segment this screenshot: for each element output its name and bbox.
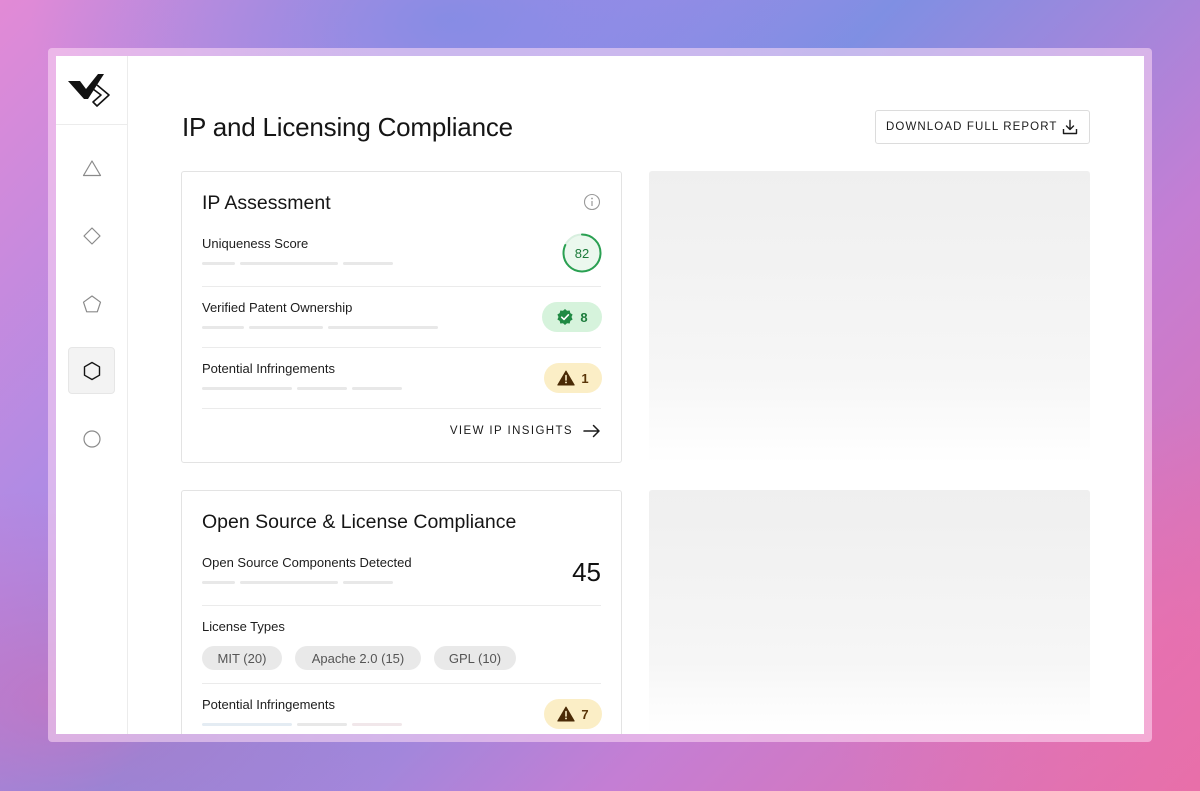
infringements-badge: 1 [544, 363, 602, 393]
divider [202, 286, 601, 287]
infringements-skeleton [202, 387, 402, 390]
components-skeleton [202, 581, 393, 584]
warning-icon [557, 370, 576, 386]
sidebar-item-hexagon[interactable] [68, 347, 115, 394]
warning-icon [557, 706, 576, 722]
uniqueness-score-gauge: 82 [562, 233, 602, 273]
sidebar [56, 56, 128, 734]
circle-icon [82, 429, 101, 448]
infringements-label: Potential Infringements [202, 361, 335, 376]
uniqueness-score-value: 82 [574, 245, 590, 261]
info-icon[interactable] [583, 193, 601, 211]
download-icon [1062, 119, 1078, 135]
main-content: IP and Licensing Compliance DOWNLOAD FUL… [127, 56, 1144, 734]
uniqueness-score-label: Uniqueness Score [202, 236, 309, 251]
patent-skeleton [202, 326, 438, 329]
patent-ownership-value: 8 [580, 309, 588, 325]
license-chip: GPL (10) [434, 646, 516, 670]
license-chip: Apache 2.0 (15) [295, 646, 421, 670]
sidebar-item-diamond[interactable] [68, 212, 115, 259]
ip-assessment-title: IP Assessment [202, 192, 331, 214]
view-ip-insights-link[interactable]: VIEW IP INSIGHTS [450, 424, 601, 438]
diamond-icon [82, 226, 101, 245]
oss-infringements-badge: 7 [544, 699, 602, 729]
divider [202, 408, 601, 409]
oss-infringements-value: 7 [581, 706, 589, 722]
license-types-label: License Types [202, 619, 285, 634]
uniqueness-skeleton [202, 262, 393, 265]
download-report-label: DOWNLOAD FULL REPORT [886, 121, 1058, 133]
ip-assessment-card: IP Assessment Uniqueness Score 82 Verifi… [181, 171, 622, 463]
hexagon-icon [83, 361, 100, 380]
sidebar-item-circle[interactable] [68, 415, 115, 462]
open-source-card: Open Source & License Compliance Open So… [181, 490, 622, 734]
pentagon-icon [82, 294, 101, 312]
logo[interactable] [56, 56, 127, 125]
placeholder-panel [649, 490, 1090, 734]
oss-infringements-skeleton [202, 723, 402, 726]
patent-ownership-badge: 8 [542, 302, 602, 332]
oss-infringements-label: Potential Infringements [202, 697, 335, 712]
arrow-right-icon [583, 424, 600, 438]
open-source-title: Open Source & License Compliance [202, 511, 517, 533]
patent-ownership-label: Verified Patent Ownership [202, 300, 353, 315]
logo-icon [68, 74, 110, 107]
app-window: IP and Licensing Compliance DOWNLOAD FUL… [56, 56, 1144, 734]
divider [202, 347, 601, 348]
triangle-icon [82, 159, 101, 176]
sidebar-item-pentagon[interactable] [68, 280, 115, 327]
view-ip-insights-label: VIEW IP INSIGHTS [449, 425, 573, 437]
license-chip: MIT (20) [202, 646, 282, 670]
verified-badge-icon [557, 309, 573, 325]
infringements-value: 1 [581, 370, 589, 386]
download-report-button[interactable]: DOWNLOAD FULL REPORT [875, 110, 1090, 144]
page-title: IP and Licensing Compliance [182, 112, 513, 142]
divider [202, 683, 601, 684]
placeholder-panel [649, 171, 1090, 463]
components-detected-label: Open Source Components Detected [202, 555, 412, 570]
divider [202, 605, 601, 606]
sidebar-item-triangle[interactable] [68, 144, 115, 191]
components-detected-value: 45 [572, 557, 601, 587]
